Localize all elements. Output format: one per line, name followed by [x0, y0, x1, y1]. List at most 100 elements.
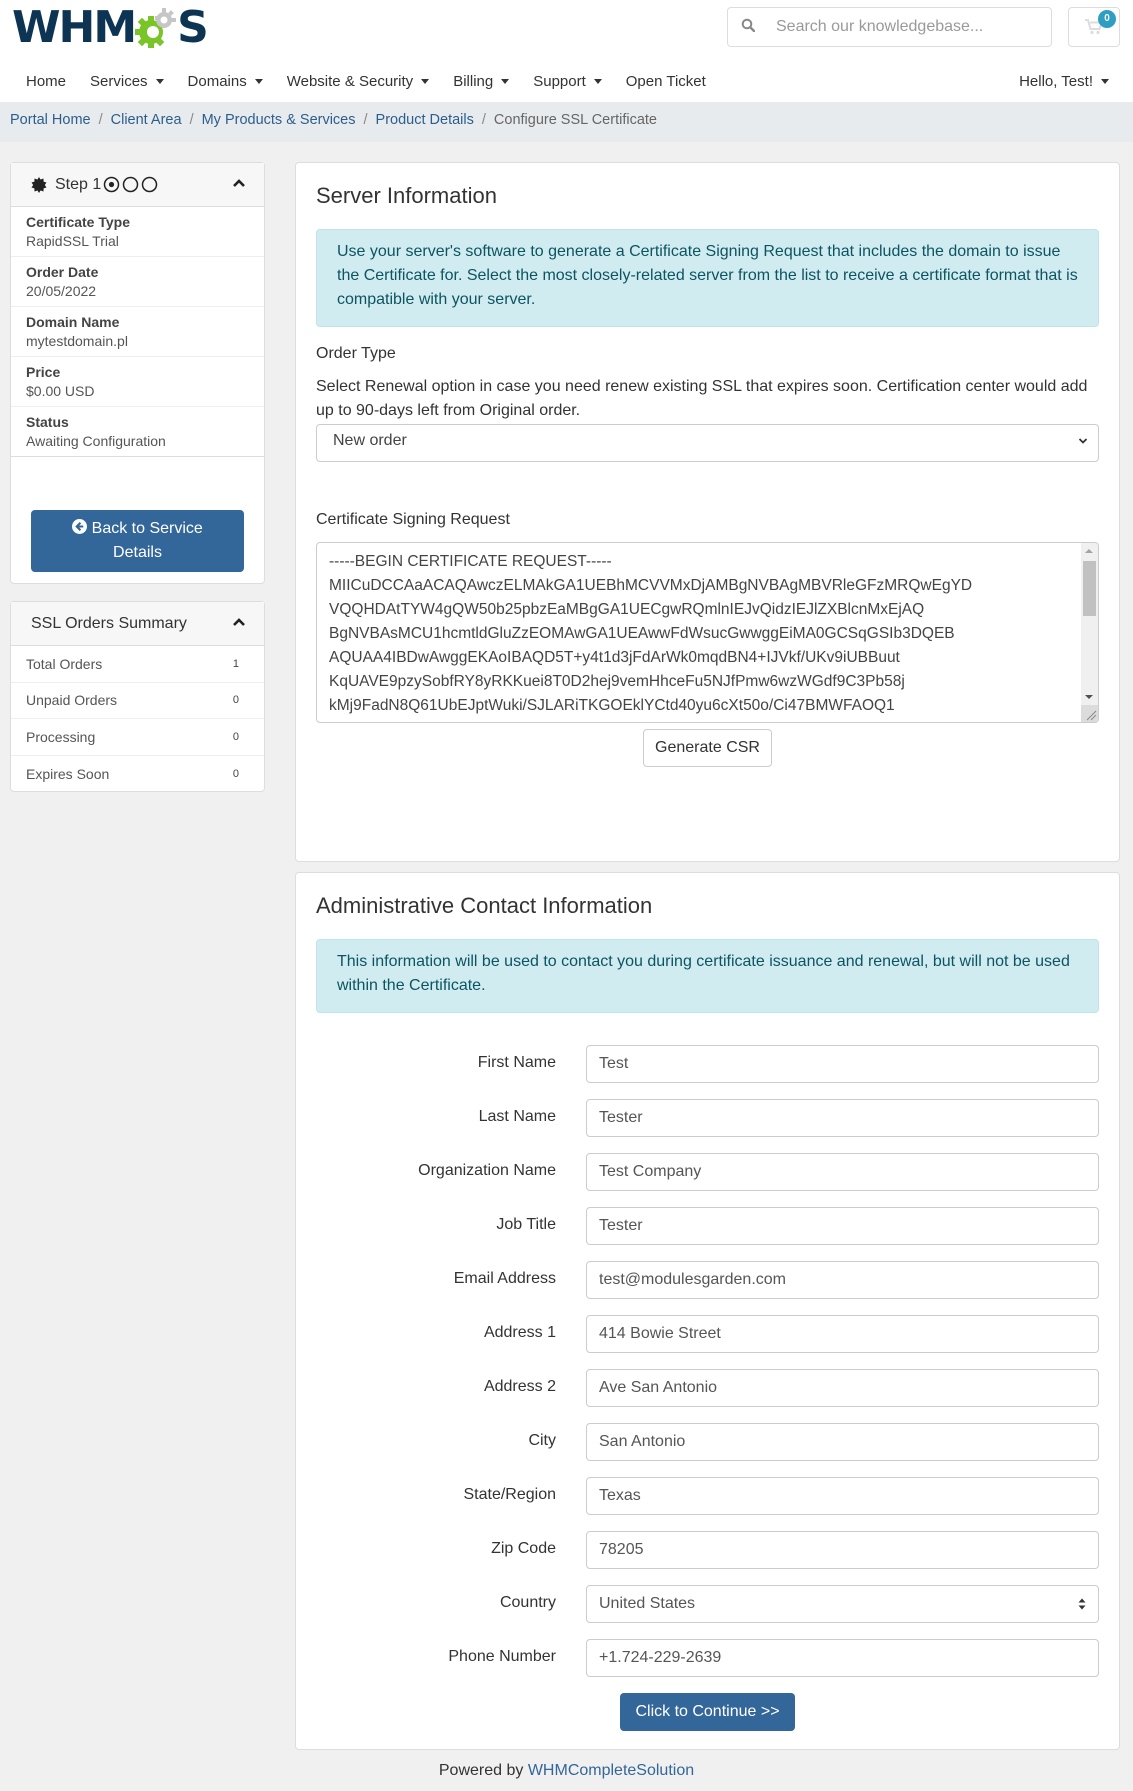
footer-whmcs-link[interactable]: WHMCompleteSolution — [528, 1762, 694, 1779]
summary-panel-header[interactable]: SSL Orders Summary — [11, 602, 264, 646]
nav-support[interactable]: Support — [521, 70, 614, 93]
form-row-state-region: State/Region — [296, 1477, 1119, 1515]
summary-label: Total Orders — [26, 655, 103, 672]
zip-code-input[interactable] — [586, 1531, 1099, 1569]
csr-textarea[interactable]: -----BEGIN CERTIFICATE REQUEST----- MIIC… — [316, 542, 1099, 723]
csr-scrollbar[interactable] — [1081, 543, 1098, 722]
last-name-input[interactable] — [586, 1099, 1099, 1137]
chevron-up-icon[interactable] — [232, 617, 246, 627]
info-label: Price — [26, 364, 61, 380]
csr-text: -----BEGIN CERTIFICATE REQUEST----- MIIC… — [329, 553, 973, 714]
form-row-job-title: Job Title — [296, 1207, 1119, 1245]
nav-services[interactable]: Services — [78, 70, 176, 93]
nav-open-ticket[interactable]: Open Ticket — [614, 70, 718, 93]
cart-button[interactable]: 0 — [1068, 7, 1120, 47]
form-row-zip-code: Zip Code — [296, 1531, 1119, 1569]
summary-row-processing[interactable]: Processing 0 — [11, 719, 264, 756]
scroll-up-arrow-icon[interactable] — [1085, 549, 1093, 553]
resize-grip-icon[interactable] — [1081, 705, 1098, 722]
search-input[interactable] — [768, 17, 1051, 37]
nav-domains[interactable]: Domains — [176, 70, 275, 93]
summary-row-total-orders[interactable]: Total Orders 1 — [11, 646, 264, 683]
button-label: Back to Service — [91, 520, 203, 537]
info-label: Status — [26, 414, 69, 430]
info-value: Awaiting Configuration — [26, 433, 166, 449]
cart-count-badge: 0 — [1098, 10, 1116, 28]
nav-billing[interactable]: Billing — [441, 70, 521, 93]
admin-contact-card: Administrative Contact Information This … — [295, 872, 1120, 1750]
address-2-input[interactable] — [586, 1369, 1099, 1407]
nav-website-security[interactable]: Website & Security — [275, 70, 441, 93]
button-label: Details — [113, 544, 162, 561]
phone-number-input[interactable] — [586, 1639, 1099, 1677]
field-label: City — [528, 1432, 556, 1449]
summary-count: 0 — [232, 694, 239, 707]
address-1-input[interactable] — [586, 1315, 1099, 1353]
first-name-input[interactable] — [586, 1045, 1099, 1083]
breadcrumb-client-area[interactable]: Client Area — [111, 112, 182, 128]
field-label: Phone Number — [448, 1648, 556, 1665]
step-panel-header[interactable]: Step 1 — [11, 163, 264, 207]
user-greeting: Hello, Test! — [1019, 73, 1093, 90]
main-nav: Home Services Domains Website & Security… — [14, 70, 718, 93]
info-row-status: Status Awaiting Configuration — [11, 407, 264, 457]
order-type-selected-value: New order — [333, 432, 407, 449]
info-row-domain-name: Domain Name mytestdomain.pl — [11, 307, 264, 357]
order-type-select[interactable]: New order — [316, 424, 1099, 462]
form-row-last-name: Last Name — [296, 1099, 1119, 1137]
breadcrumb-separator: / — [363, 112, 368, 128]
breadcrumb-product-details[interactable]: Product Details — [376, 112, 474, 128]
scrollbar-thumb[interactable] — [1083, 561, 1096, 616]
summary-label: Unpaid Orders — [26, 692, 118, 709]
form-row-email-address: Email Address — [296, 1261, 1119, 1299]
caret-down-icon — [1101, 79, 1109, 84]
state-region-input[interactable] — [586, 1477, 1099, 1515]
form-row-organization-name: Organization Name — [296, 1153, 1119, 1191]
server-information-title: Server Information — [316, 183, 497, 208]
logo-text: S — [177, 2, 209, 53]
field-label: State/Region — [463, 1486, 556, 1503]
summary-count: 0 — [232, 730, 239, 743]
breadcrumb-portal-home[interactable]: Portal Home — [10, 112, 91, 128]
gear-logo-icon — [135, 8, 177, 48]
city-input[interactable] — [586, 1423, 1099, 1461]
footer: Powered by WHMCompleteSolution — [0, 1762, 1133, 1780]
scroll-down-arrow-icon[interactable] — [1085, 695, 1093, 699]
step-indicators — [103, 176, 158, 193]
info-value: mytestdomain.pl — [26, 333, 128, 349]
order-type-label: Order Type — [316, 345, 396, 362]
email-address-input[interactable] — [586, 1261, 1099, 1299]
csr-label: Certificate Signing Request — [316, 511, 510, 528]
form-row-phone-number: Phone Number — [296, 1639, 1119, 1677]
site-header: WHM S Search our knowledgebase... 0 Home… — [0, 0, 1133, 102]
step-pending-icon — [123, 176, 139, 193]
summary-row-unpaid-orders[interactable]: Unpaid Orders 0 — [11, 683, 264, 719]
step-panel: Step 1 Certificate Type RapidSSL Trial O… — [10, 162, 265, 584]
nav-label: Support — [533, 73, 586, 90]
country-select[interactable]: United States — [586, 1585, 1099, 1623]
country-selected-value: United States — [599, 1595, 696, 1612]
nav-label: Home — [26, 73, 67, 90]
job-title-input[interactable] — [586, 1207, 1099, 1245]
organization-name-input[interactable] — [586, 1153, 1099, 1191]
breadcrumb-my-products[interactable]: My Products & Services — [202, 112, 356, 128]
field-label: Address 2 — [483, 1378, 556, 1395]
back-to-service-details-button[interactable]: Back to Service Details — [31, 510, 244, 572]
summary-label: Processing — [26, 728, 96, 745]
logo-text: WHM — [12, 2, 137, 53]
continue-button[interactable]: Click to Continue >> — [620, 1693, 795, 1731]
info-label: Order Date — [26, 264, 99, 280]
chevron-up-icon[interactable] — [232, 178, 246, 188]
whmcs-logo[interactable]: WHM S — [12, 2, 209, 53]
nav-home[interactable]: Home — [14, 70, 78, 93]
generate-csr-button[interactable]: Generate CSR — [643, 729, 772, 767]
info-value: RapidSSL Trial — [26, 233, 119, 249]
knowledgebase-search[interactable] — [727, 7, 1052, 47]
summary-row-expires-soon[interactable]: Expires Soon 0 — [11, 756, 264, 793]
nav-label: Open Ticket — [625, 73, 706, 90]
certificate-seal-icon — [31, 176, 47, 193]
sort-updown-icon — [1078, 1598, 1086, 1610]
breadcrumb-separator: / — [98, 112, 103, 128]
user-menu[interactable]: Hello, Test! — [1019, 73, 1109, 90]
form-row-first-name: First Name — [296, 1045, 1119, 1083]
